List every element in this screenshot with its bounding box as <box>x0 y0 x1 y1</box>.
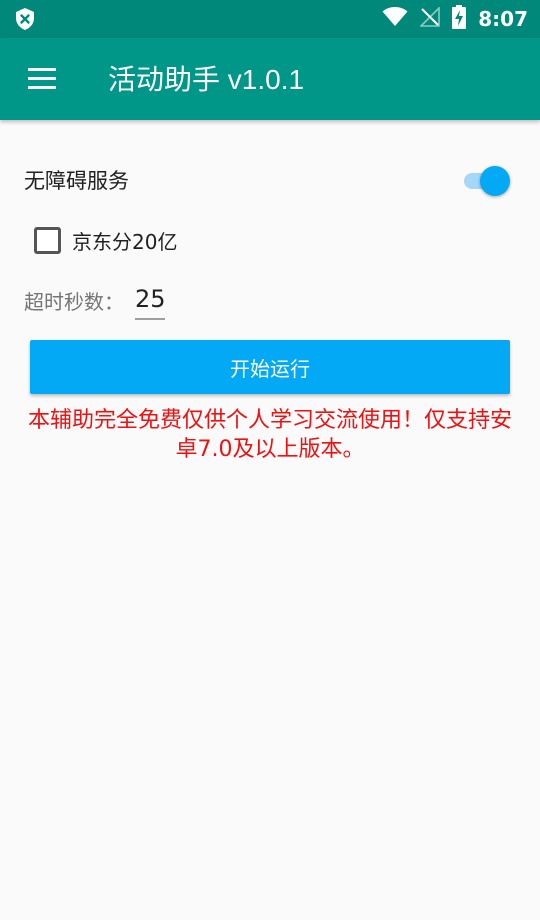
shield-icon <box>14 7 36 35</box>
wifi-icon <box>382 7 408 31</box>
app-title: 活动助手 v1.0.1 <box>108 64 305 95</box>
timeout-label: 超时秒数： <box>24 290 124 314</box>
jd-option-checkbox[interactable] <box>34 226 61 254</box>
jd-option-label: 京东分20亿 <box>72 229 178 254</box>
switch-thumb <box>480 166 510 196</box>
accessibility-service-switch[interactable] <box>460 166 510 196</box>
start-button[interactable]: 开始运行 <box>30 340 510 394</box>
no-signal-icon <box>419 6 441 31</box>
status-time: 8:07 <box>478 7 528 31</box>
app-bar: 活动助手 v1.0.1 <box>0 38 540 120</box>
menu-icon[interactable] <box>28 68 56 90</box>
notice-text: 本辅助完全免费仅供个人学习交流使用！仅支持安卓7.0及以上版本。 <box>27 408 512 462</box>
accessibility-service-row: 无障碍服务 <box>24 162 516 198</box>
timeout-input[interactable] <box>135 280 165 320</box>
status-bar: 8:07 <box>0 0 540 38</box>
accessibility-service-label: 无障碍服务 <box>24 169 129 193</box>
jd-option-row[interactable]: 京东分20亿 <box>34 224 177 256</box>
battery-charging-icon <box>452 5 467 33</box>
